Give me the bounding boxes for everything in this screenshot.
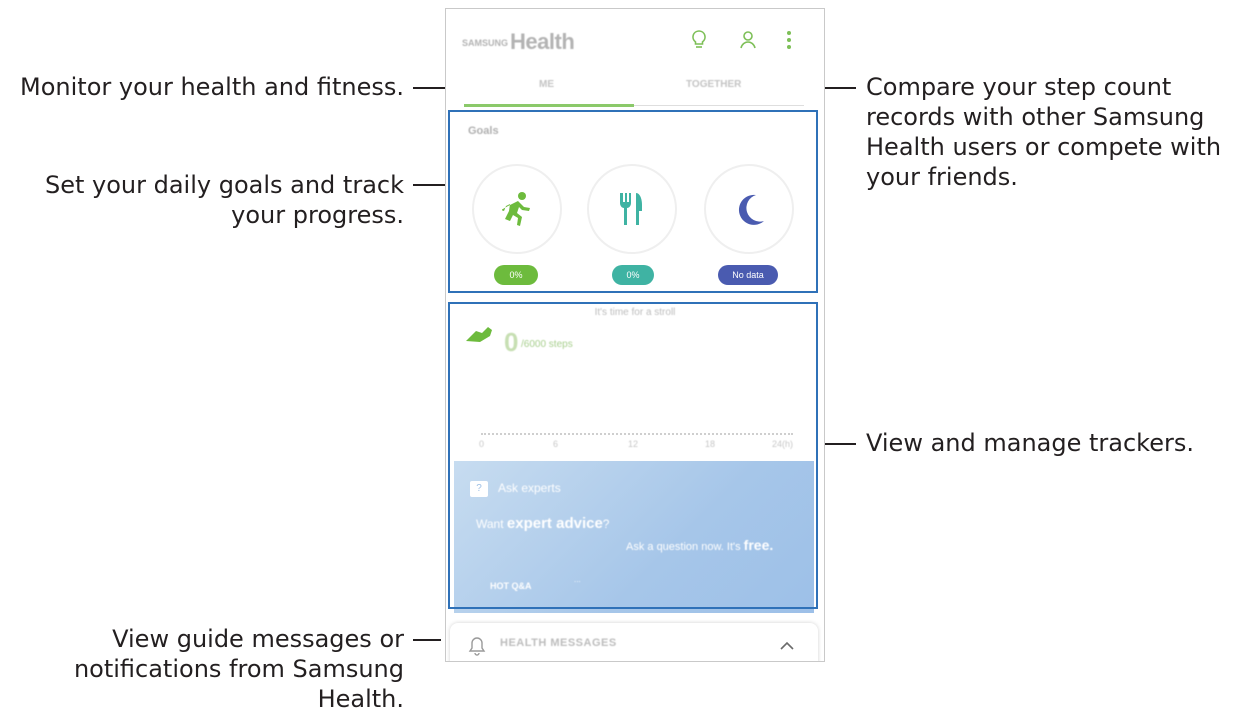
annotation-messages: View guide messages or notifications fro… bbox=[8, 624, 404, 714]
annotation-compare-line1: Compare your step count bbox=[866, 73, 1172, 101]
more-vert-icon[interactable] bbox=[776, 27, 802, 53]
highlight-trackers bbox=[448, 302, 818, 609]
app-title-text: Health bbox=[510, 29, 575, 54]
bell-icon bbox=[468, 636, 486, 661]
leader-line-messages bbox=[413, 639, 441, 641]
tab-bar: ME TOGETHER bbox=[464, 69, 804, 109]
annotation-messages-line1: View guide messages or bbox=[112, 625, 404, 653]
leader-line-goals bbox=[413, 184, 449, 186]
annotation-trackers: View and manage trackers. bbox=[866, 429, 1194, 457]
annotation-compare: Compare your step count records with oth… bbox=[866, 72, 1236, 192]
annotation-goals-line2: your progress. bbox=[231, 201, 404, 229]
annotation-messages-line3: Health. bbox=[317, 685, 404, 713]
people-icon[interactable] bbox=[736, 27, 762, 53]
annotation-compare-line3: Health users or compete with bbox=[866, 133, 1222, 161]
tab-active-indicator bbox=[464, 104, 634, 107]
annotation-goals-line1: Set your daily goals and track bbox=[44, 171, 404, 199]
health-messages-bar[interactable]: HEALTH MESSAGES bbox=[450, 623, 818, 661]
annotation-compare-line2: records with other Samsung bbox=[866, 103, 1205, 131]
chevron-up-icon[interactable] bbox=[778, 639, 796, 658]
annotation-goals: Set your daily goals and track your prog… bbox=[8, 170, 404, 230]
highlight-goals bbox=[448, 110, 818, 293]
tab-together[interactable]: TOGETHER bbox=[686, 79, 741, 90]
annotation-monitor: Monitor your health and fitness. bbox=[20, 73, 404, 101]
lightbulb-icon[interactable] bbox=[686, 27, 712, 53]
health-messages-label: HEALTH MESSAGES bbox=[500, 637, 617, 649]
annotation-compare-line4: your friends. bbox=[866, 163, 1018, 191]
annotation-messages-line2: notifications from Samsung bbox=[73, 655, 404, 683]
tab-me[interactable]: ME bbox=[539, 79, 554, 90]
tab-divider bbox=[634, 105, 804, 106]
app-brand: SAMSUNG bbox=[462, 38, 509, 49]
app-title: SAMSUNGHealth bbox=[462, 29, 575, 55]
